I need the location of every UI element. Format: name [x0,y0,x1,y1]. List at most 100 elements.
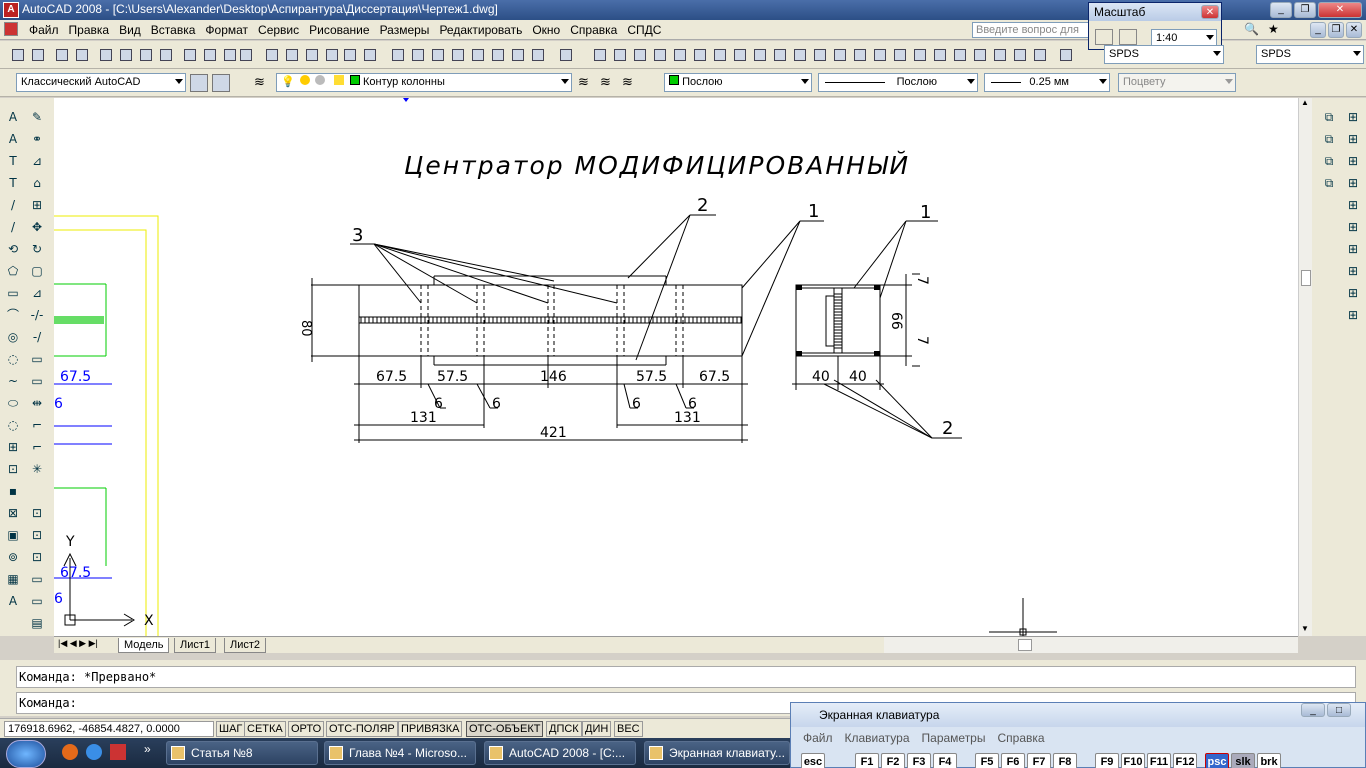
modify-tool-icon-4[interactable]: ⊞ [28,196,46,214]
modify-tool-icon-2[interactable]: ⊿ [28,152,46,170]
workspace-save-icon[interactable] [212,74,230,92]
draw-tool-icon-9[interactable]: ⌒ [4,306,22,324]
key-F2[interactable]: F2 [881,753,905,768]
key-F12[interactable]: F12 [1173,753,1197,768]
toolbar-button-15[interactable] [322,45,340,63]
toolbar-button-17[interactable] [360,45,378,63]
right-tool-b-icon-9[interactable]: ⊞ [1344,306,1362,324]
right-tool-b-icon-0[interactable]: ⊞ [1344,108,1362,126]
key-brk[interactable]: brk [1257,753,1281,768]
minimize-button[interactable]: _ [1270,2,1292,18]
layer-manager-icon[interactable]: ≋ [254,74,272,92]
toolbar-button-27[interactable] [590,45,608,63]
status-snap-button[interactable]: ШАГ [216,721,246,737]
draw-tool-icon-5[interactable]: / [4,218,22,236]
workspace-settings-icon[interactable] [190,74,208,92]
toolbar-button-24[interactable] [508,45,526,63]
menu-item-4[interactable]: Формат [200,20,253,40]
scroll-up-icon[interactable]: ▲ [1301,98,1309,107]
menu-item-0[interactable]: Файл [24,20,64,40]
modify-tool-icon-13[interactable]: ⇹ [28,394,46,412]
workspace-select[interactable]: Классический AutoCAD [16,73,186,92]
modify-tool-icon-16[interactable]: ✳ [28,460,46,478]
toolbar-button-33[interactable] [710,45,728,63]
draw-tool-icon-19[interactable]: ▣ [4,526,22,544]
menu-item-11[interactable]: СПДС [622,20,666,40]
key-F8[interactable]: F8 [1053,753,1077,768]
osk-menu-item-2[interactable]: Параметры [922,731,986,745]
toolbar-button-6[interactable] [136,45,154,63]
draw-tool-icon-0[interactable]: A [4,108,22,126]
key-F10[interactable]: F10 [1121,753,1145,768]
tab-layout2[interactable]: Лист2 [224,638,267,653]
tab-layout1[interactable]: Лист1 [174,638,217,653]
right-tool-b-icon-7[interactable]: ⊞ [1344,262,1362,280]
key-F3[interactable]: F3 [907,753,931,768]
right-tool-b-icon-4[interactable]: ⊞ [1344,196,1362,214]
key-F6[interactable]: F6 [1001,753,1025,768]
modify-tool-icon-1[interactable]: ⚭ [28,130,46,148]
vertical-scrollbar[interactable]: ▲ ▼ [1298,98,1312,636]
status-otrack-button[interactable]: ОТС-ОБЪЕКТ [466,721,544,737]
key-F7[interactable]: F7 [1027,753,1051,768]
modify-tool-icon-7[interactable]: ▢ [28,262,46,280]
doc-close-button[interactable]: ✕ [1346,22,1362,38]
osk-minimize-button[interactable]: _ [1301,703,1325,717]
taskbar-item-3[interactable]: Экранная клавиату... [644,741,790,765]
draw-tool-icon-14[interactable]: ◌ [4,416,22,434]
modify-tool-icon-19[interactable]: ⊡ [28,526,46,544]
osk-menu-item-0[interactable]: Файл [803,731,833,745]
drawing-canvas[interactable]: 67.5 6 67.5 6 Y X Центратор МОДИФИЦИРОВА… [54,98,1298,636]
modify-tool-icon-20[interactable]: ⊡ [28,548,46,566]
menu-item-2[interactable]: Вид [114,20,146,40]
toolbar-button-39[interactable] [830,45,848,63]
taskbar-item-1[interactable]: Глава №4 - Microso... [324,741,476,765]
dim-style-select[interactable]: SPDS [1256,45,1364,64]
draw-tool-icon-4[interactable]: / [4,196,22,214]
draw-tool-icon-7[interactable]: ⬠ [4,262,22,280]
osk-menu-item-3[interactable]: Справка [997,731,1044,745]
right-tool-a-icon-3[interactable]: ⧉ [1320,174,1338,192]
scroll-down-icon[interactable]: ▼ [1301,624,1309,633]
key-F11[interactable]: F11 [1147,753,1171,768]
horizontal-scroll-thumb[interactable] [1018,639,1032,651]
modify-tool-icon-15[interactable]: ⌐ [28,438,46,456]
key-F1[interactable]: F1 [855,753,879,768]
horizontal-scrollbar[interactable] [884,636,1298,653]
draw-tool-icon-2[interactable]: T [4,152,22,170]
modify-tool-icon-0[interactable]: ✎ [28,108,46,126]
draw-tool-icon-10[interactable]: ◎ [4,328,22,346]
toolbar-button-8[interactable] [180,45,198,63]
toolbar-button-3[interactable] [72,45,90,63]
draw-tool-icon-15[interactable]: ⊞ [4,438,22,456]
modify-tool-icon-22[interactable]: ▭ [28,592,46,610]
right-tool-b-icon-3[interactable]: ⊞ [1344,174,1362,192]
right-tool-a-icon-1[interactable]: ⧉ [1320,130,1338,148]
status-osnap-button[interactable]: ПРИВЯЗКА [398,721,463,737]
right-tool-a-icon-2[interactable]: ⧉ [1320,152,1338,170]
modify-tool-icon-8[interactable]: ⊿ [28,284,46,302]
favorites-star-icon[interactable]: ★ [1268,22,1279,36]
toolbar-button-1[interactable] [28,45,46,63]
right-tool-b-icon-6[interactable]: ⊞ [1344,240,1362,258]
key-F4[interactable]: F4 [933,753,957,768]
quicklaunch-more-icon[interactable]: » [144,742,151,756]
draw-tool-icon-11[interactable]: ◌ [4,350,22,368]
close-button[interactable]: ✕ [1318,2,1362,18]
toolbar-button-43[interactable] [910,45,928,63]
menu-item-7[interactable]: Размеры [375,20,435,40]
toolbar-button-49[interactable] [1030,45,1048,63]
key-esc[interactable]: esc [801,753,825,768]
modify-tool-icon-3[interactable]: ⌂ [28,174,46,192]
right-tool-b-icon-2[interactable]: ⊞ [1344,152,1362,170]
draw-tool-icon-22[interactable]: A [4,592,22,610]
taskbar-item-0[interactable]: Статья №8 [166,741,318,765]
linetype-select[interactable]: Послою [818,73,978,92]
toolbar-button-32[interactable] [690,45,708,63]
key-slk[interactable]: slk [1231,753,1255,768]
toolbar-button-48[interactable] [1010,45,1028,63]
toolbar-button-9[interactable] [200,45,218,63]
toolbar-button-26[interactable] [556,45,574,63]
menu-item-1[interactable]: Правка [64,20,115,40]
menu-item-10[interactable]: Справка [565,20,622,40]
